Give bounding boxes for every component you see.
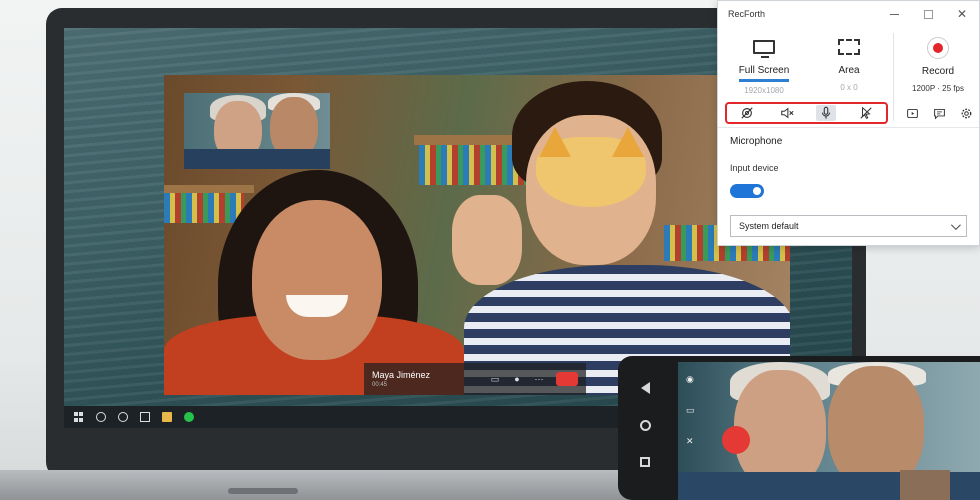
minimize-icon xyxy=(889,13,899,15)
feedback-button[interactable] xyxy=(931,105,947,121)
file-explorer-icon[interactable] xyxy=(162,412,172,422)
close-icon: ✕ xyxy=(956,7,968,21)
record-section: Record 1200P · 25 fps xyxy=(896,37,980,93)
phone-nav-bar xyxy=(624,370,666,500)
input-toggles-group xyxy=(725,102,888,124)
title-bar: RecForth ✕ xyxy=(718,1,979,27)
video-camera-icon[interactable]: ▭ xyxy=(490,374,500,384)
cursor-toggle[interactable] xyxy=(856,105,876,121)
caller-name-text: Maya Jiménez xyxy=(372,370,431,380)
gear-icon xyxy=(961,108,971,118)
phone-video-call: ◉ ▭ ✕ xyxy=(678,362,980,500)
webcam-off-icon xyxy=(741,107,753,119)
device-select[interactable]: System default xyxy=(730,215,967,237)
books xyxy=(164,193,244,223)
maximize-icon xyxy=(923,9,933,19)
webcam-toggle[interactable] xyxy=(737,105,757,121)
boy-hand xyxy=(452,195,522,285)
phone-self-view xyxy=(900,470,950,500)
selected-indicator xyxy=(739,79,789,82)
device-select-value: System default xyxy=(739,221,799,231)
input-device-label: Input device xyxy=(730,163,779,173)
more-icon[interactable]: ⋯ xyxy=(534,374,544,384)
mode-full-screen[interactable]: Full Screen 1920x1080 xyxy=(724,37,804,95)
input-device-switch[interactable] xyxy=(730,184,764,198)
settings-button[interactable] xyxy=(958,105,974,121)
windows-start-icon[interactable] xyxy=(74,412,84,422)
microphone-heading: Microphone xyxy=(730,136,783,147)
close-button[interactable]: ✕ xyxy=(945,1,979,27)
mode-resolution: 1920x1080 xyxy=(744,86,784,95)
call-controls-bar: Maya Jiménez 00:45 ▭ ● ⋯ xyxy=(364,363,586,395)
search-icon[interactable] xyxy=(96,412,106,422)
phone-hang-up-button[interactable] xyxy=(722,426,750,454)
mode-label: Area xyxy=(838,65,860,76)
toolbar-icons xyxy=(904,105,974,121)
app-title: RecForth xyxy=(728,9,766,19)
microphone-icon[interactable]: ● xyxy=(512,374,522,384)
record-quality: 1200P · 25 fps xyxy=(912,84,964,93)
chevron-down-icon xyxy=(950,219,961,230)
record-button[interactable] xyxy=(927,37,949,59)
record-dot-icon xyxy=(933,43,943,53)
task-view-icon[interactable] xyxy=(140,412,150,422)
system-audio-toggle[interactable] xyxy=(777,105,797,121)
self-view-thumbnail xyxy=(184,93,330,169)
monitor-icon xyxy=(753,40,775,58)
mode-size: 0 x 0 xyxy=(840,83,858,92)
switch-knob xyxy=(753,187,761,195)
call-duration: 00:45 xyxy=(372,382,388,388)
phone-call-icons: ◉ ▭ ✕ xyxy=(686,374,695,447)
recforth-window: RecForth ✕ Full Screen 1920x1080 Area 0 … xyxy=(717,0,980,246)
pip-shirt xyxy=(184,149,330,169)
mute-icon[interactable]: ✕ xyxy=(686,436,695,447)
microphone-icon xyxy=(822,106,831,119)
area-select-icon xyxy=(838,39,860,55)
smartphone: ◉ ▭ ✕ xyxy=(618,356,980,500)
cat-ear-right xyxy=(612,127,644,157)
divider xyxy=(893,33,894,121)
recents-icon[interactable] xyxy=(640,457,650,467)
video-files-icon xyxy=(906,108,918,118)
minimize-button[interactable] xyxy=(877,1,911,27)
laptop-notch xyxy=(228,488,298,494)
video-call-window: Maya Jiménez 00:45 ▭ ● ⋯ xyxy=(164,75,790,395)
home-icon[interactable] xyxy=(639,420,651,431)
cortana-icon[interactable] xyxy=(118,412,128,422)
maximize-button[interactable] xyxy=(911,1,945,27)
chat-icon xyxy=(933,108,945,120)
video-files-button[interactable] xyxy=(904,105,920,121)
cat-ear-left xyxy=(539,127,571,157)
woman-face xyxy=(252,200,382,360)
shelf xyxy=(164,185,254,193)
speaker-muted-icon xyxy=(780,107,794,119)
whatsapp-icon[interactable] xyxy=(184,412,194,422)
mode-area[interactable]: Area 0 x 0 xyxy=(809,37,889,92)
record-label: Record xyxy=(921,66,955,77)
camera-icon[interactable]: ◉ xyxy=(686,374,695,385)
back-icon[interactable] xyxy=(640,382,650,394)
microphone-toggle[interactable] xyxy=(816,105,837,121)
video-off-icon[interactable]: ▭ xyxy=(686,405,695,416)
divider xyxy=(718,127,979,128)
caller-name: Maya Jiménez 00:45 xyxy=(372,370,484,388)
hang-up-button[interactable] xyxy=(556,372,578,386)
mode-label: Full Screen xyxy=(738,65,790,76)
cursor-off-icon xyxy=(860,106,872,120)
